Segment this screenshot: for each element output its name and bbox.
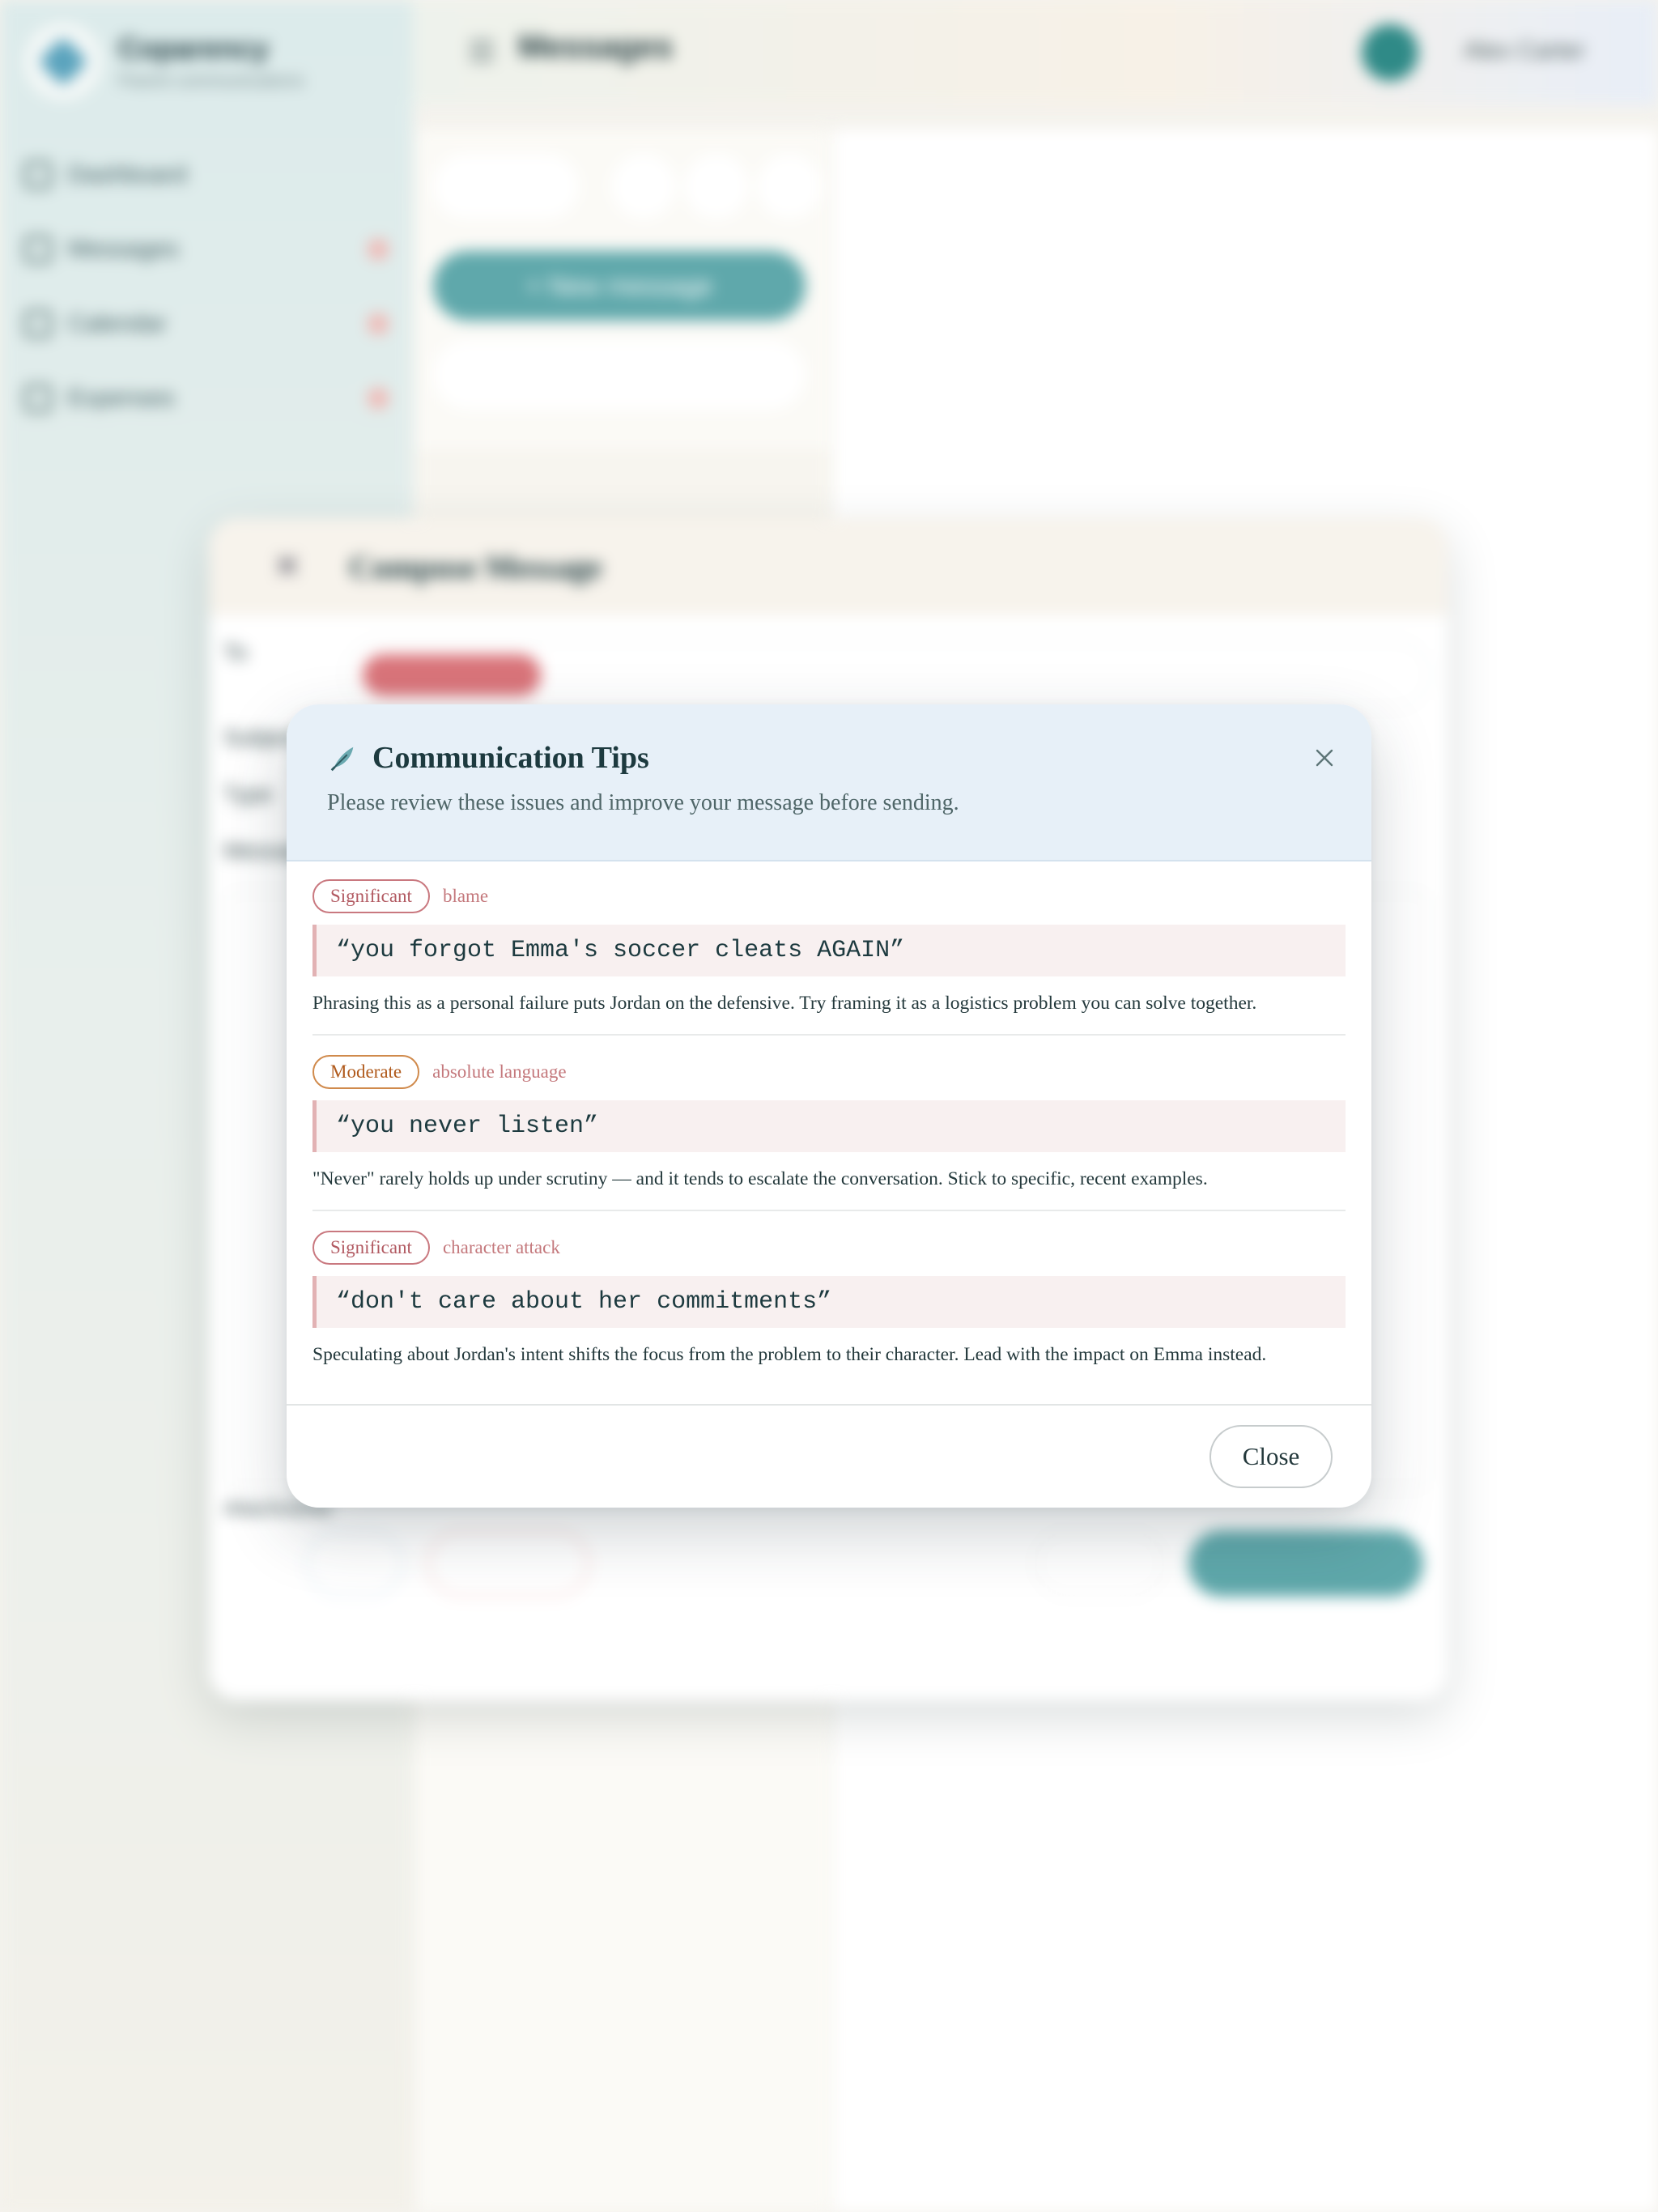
severity-badge: Significant <box>312 879 430 913</box>
to-label: To <box>223 640 248 665</box>
unread-badge <box>368 388 389 409</box>
send-message-button[interactable] <box>1188 1530 1423 1597</box>
inbox-filter[interactable] <box>433 154 579 219</box>
unread-badge <box>368 239 389 260</box>
issues-button[interactable] <box>427 1530 589 1597</box>
sidebar-item-label: Dashboard <box>68 161 187 188</box>
calendar-icon <box>24 310 52 338</box>
close-icon[interactable] <box>1308 742 1341 774</box>
close-button[interactable]: Close <box>1209 1425 1333 1488</box>
sidebar-item-expenses[interactable]: Expenses <box>24 361 389 436</box>
filter-icon[interactable] <box>611 154 676 219</box>
sidebar-item-label: Expenses <box>68 385 175 411</box>
communication-tips-dialog: Communication Tips Please review these i… <box>287 704 1371 1508</box>
flagged-quote: “you forgot Emma's soccer cleats AGAIN” <box>312 925 1346 976</box>
avatar[interactable] <box>1362 24 1418 81</box>
sidebar-item-dashboard[interactable]: Dashboard <box>24 138 389 212</box>
menu-icon[interactable] <box>470 40 494 62</box>
issue-category: blame <box>442 886 489 906</box>
severity-badge: Significant <box>312 1231 430 1265</box>
recipient-chip[interactable] <box>363 654 541 696</box>
sidebar-nav: Dashboard Messages Calendar Expenses <box>24 138 389 436</box>
issue-list: Significant blame “you forgot Emma's soc… <box>287 861 1371 1385</box>
flagged-quote: “don't care about her commitments” <box>312 1276 1346 1328</box>
expenses-icon <box>24 385 52 412</box>
search-input[interactable] <box>433 340 806 410</box>
tips-button[interactable] <box>306 1530 403 1597</box>
new-message-button[interactable]: + New message <box>433 251 806 321</box>
dashboard-icon <box>24 161 52 189</box>
severity-badge: Moderate <box>312 1055 420 1089</box>
recipient-field[interactable] <box>345 640 1430 709</box>
tips-header: Communication Tips Please review these i… <box>287 704 1371 861</box>
dialog-footer: Close <box>287 1404 1371 1508</box>
sidebar-item-label: Calendar <box>68 310 167 337</box>
dialog-title: Communication Tips <box>372 741 649 775</box>
brand-name: Coparency <box>118 32 270 65</box>
feather-icon <box>330 747 354 772</box>
issue-description: Speculating about Jordan's intent shifts… <box>312 1344 1267 1365</box>
flagged-quote: “you never listen” <box>312 1100 1346 1152</box>
dialog-subtitle: Please review these issues and improve y… <box>327 790 959 815</box>
export-icon[interactable] <box>757 154 822 219</box>
issue-category: absolute language <box>432 1061 567 1082</box>
issue-description: "Never" rarely holds up under scrutiny —… <box>312 1168 1208 1189</box>
page-title: Messages <box>518 29 674 65</box>
type-label: Type <box>223 781 273 806</box>
list-filters <box>433 154 822 227</box>
archive-icon[interactable] <box>684 154 749 219</box>
sidebar-item-label: Messages <box>68 236 179 262</box>
issue-item: Significant blame “you forgot Emma's soc… <box>312 879 1346 1036</box>
compose-title: Compose Message <box>349 548 602 585</box>
attach-button[interactable] <box>1035 1530 1164 1597</box>
sidebar-item-messages[interactable]: Messages <box>24 212 389 287</box>
brand: Coparency Parent communications <box>24 23 304 100</box>
brand-tagline: Parent communications <box>118 70 304 91</box>
top-bar: Messages Alex Carter <box>413 0 1658 105</box>
unread-badge <box>368 313 389 334</box>
brand-logo <box>24 23 102 100</box>
issue-item: Moderate absolute language “you never li… <box>312 1055 1346 1211</box>
sidebar-item-calendar[interactable]: Calendar <box>24 287 389 361</box>
close-icon[interactable]: ✕ <box>274 548 301 585</box>
issue-item: Significant character attack “don't care… <box>312 1231 1346 1385</box>
messages-icon <box>24 236 52 263</box>
user-name[interactable]: Alex Carter <box>1464 37 1585 65</box>
issue-category: character attack <box>442 1237 560 1257</box>
issue-description: Phrasing this as a personal failure puts… <box>312 993 1257 1014</box>
